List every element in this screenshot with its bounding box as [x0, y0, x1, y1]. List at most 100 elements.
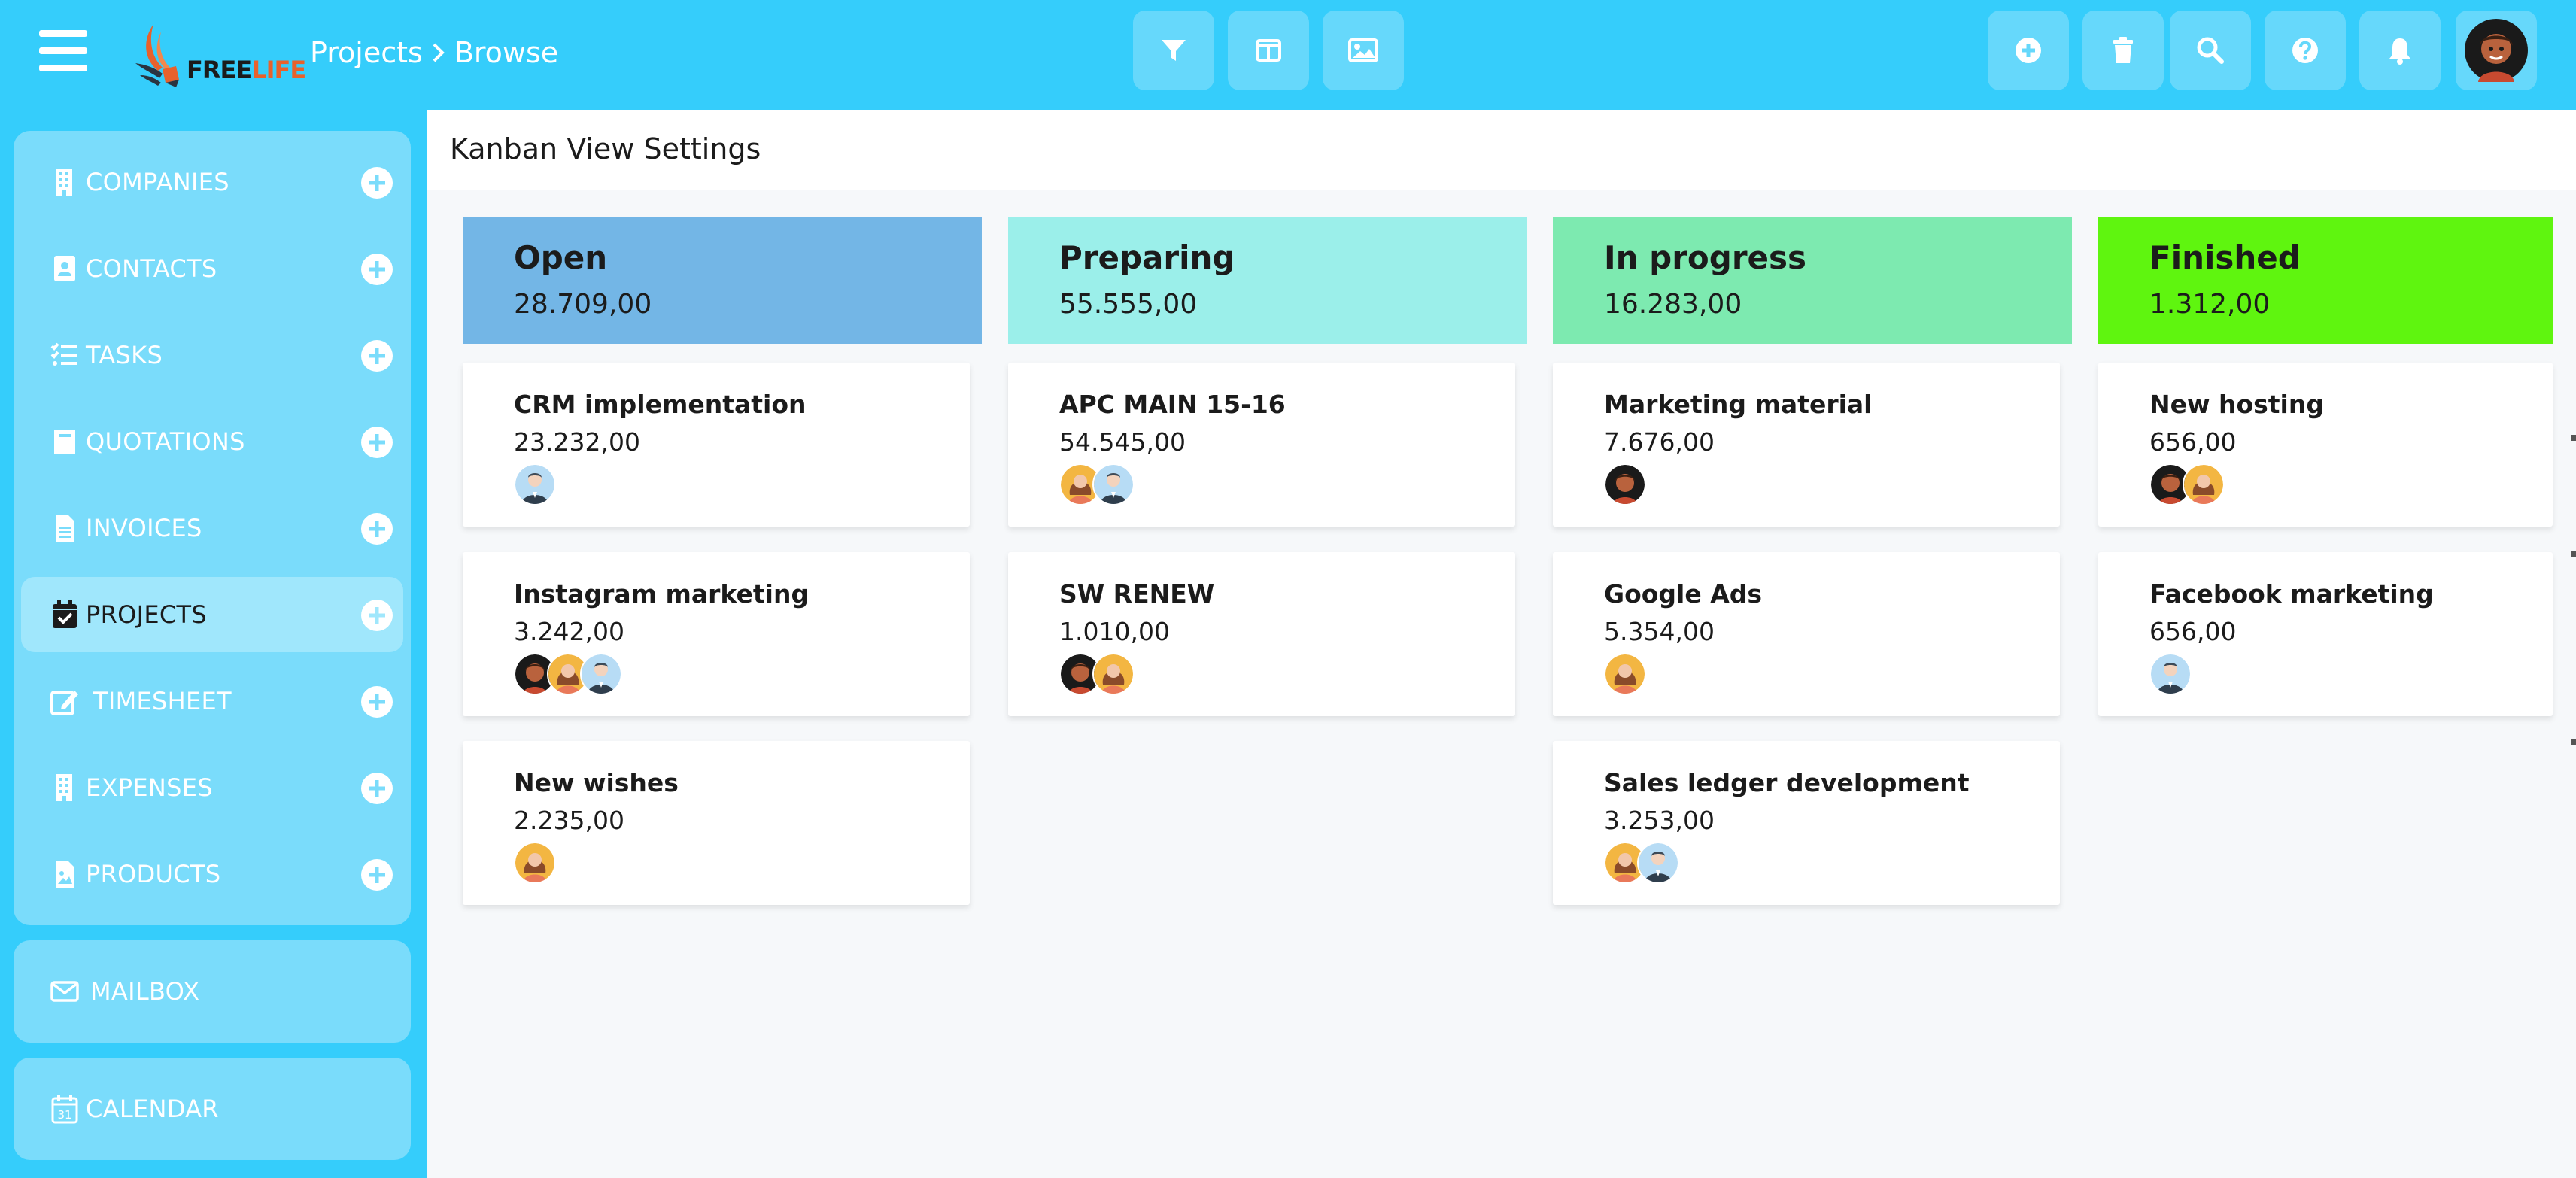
add-task-icon[interactable] [360, 339, 393, 372]
column-total: 55.555,00 [1059, 289, 1198, 320]
assignee-avatar[interactable] [514, 463, 556, 506]
sidebar-item-invoices[interactable]: INVOICES [21, 490, 403, 566]
plus-circle-icon [2016, 38, 2041, 63]
kanban-card[interactable]: Google Ads 5.354,00 [1553, 552, 2060, 716]
add-company-icon[interactable] [360, 166, 393, 199]
sidebar-main-nav: COMPANIES CONTACTS TASKS QUOTATIONS INVO… [14, 131, 411, 925]
sidebar-item-quotations[interactable]: QUOTATIONS [21, 404, 403, 479]
building-icon [56, 774, 72, 801]
assignee-avatar[interactable] [514, 842, 556, 884]
kanban-column-header[interactable]: In progress 16.283,00 [1553, 217, 2072, 344]
kanban-card[interactable]: SW RENEW 1.010,00 [1008, 552, 1515, 716]
columns-view-button[interactable] [1228, 11, 1309, 90]
card-value: 1.010,00 [1059, 617, 1170, 646]
kanban-card[interactable]: New hosting 656,00 [2098, 363, 2553, 527]
image-view-button[interactable] [1323, 11, 1404, 90]
edit-icon [50, 691, 78, 715]
kanban-card[interactable]: APC MAIN 15-16 54.545,00 [1008, 363, 1515, 527]
building-icon [56, 169, 72, 196]
sidebar-item-label: TIMESHEET [93, 687, 232, 715]
add-timesheet-icon[interactable] [360, 685, 393, 718]
filter-button[interactable] [1133, 11, 1214, 90]
sidebar-item-label: EXPENSES [86, 773, 213, 802]
sidebar-item-contacts[interactable]: CONTACTS [21, 231, 403, 306]
assignee-avatar[interactable] [1092, 653, 1135, 695]
add-contact-icon[interactable] [360, 253, 393, 286]
card-value: 54.545,00 [1059, 427, 1186, 457]
scroll-indicator [2571, 551, 2576, 557]
kanban-card[interactable]: Marketing material 7.676,00 [1553, 363, 2060, 527]
kanban-column-header[interactable]: Open 28.709,00 [463, 217, 982, 344]
column-total: 1.312,00 [2149, 289, 2271, 320]
card-title: SW RENEW [1059, 579, 1215, 609]
card-value: 23.232,00 [514, 427, 640, 457]
user-avatar-button[interactable] [2456, 11, 2537, 90]
kanban-card[interactable]: CRM implementation 23.232,00 [463, 363, 970, 527]
kanban-column-header[interactable]: Finished 1.312,00 [2098, 217, 2553, 344]
phoenix-logo-icon [135, 24, 179, 87]
svg-text:31: 31 [57, 1108, 71, 1122]
column-title: Preparing [1059, 239, 1235, 276]
sidebar-item-expenses[interactable]: EXPENSES [21, 750, 403, 825]
sidebar-item-companies[interactable]: COMPANIES [21, 144, 403, 220]
help-button[interactable] [2265, 11, 2346, 90]
card-title: Facebook marketing [2149, 579, 2434, 609]
assignee-avatar[interactable] [1092, 463, 1135, 506]
assignee-avatar[interactable] [1637, 842, 1679, 884]
sidebar-item-timesheet[interactable]: TIMESHEET [21, 663, 403, 739]
assignee-avatar[interactable] [1604, 653, 1646, 695]
search-button[interactable] [2170, 11, 2251, 90]
kanban-column-header[interactable]: Preparing 55.555,00 [1008, 217, 1527, 344]
sidebar: COMPANIES CONTACTS TASKS QUOTATIONS INVO… [0, 110, 427, 1178]
columns-icon [1256, 39, 1281, 62]
sidebar-item-tasks[interactable]: TASKS [21, 317, 403, 393]
sidebar-item-mailbox[interactable]: MAILBOX [21, 954, 403, 1029]
card-title: New wishes [514, 768, 679, 797]
sidebar-item-label: PROJECTS [86, 600, 207, 629]
kanban-card[interactable]: Facebook marketing 656,00 [2098, 552, 2553, 716]
assignee-avatar[interactable] [2183, 463, 2225, 506]
assignee-avatar[interactable] [1604, 463, 1646, 506]
column-total: 16.283,00 [1604, 289, 1742, 320]
column-title: Open [514, 239, 608, 276]
assignee-avatar[interactable] [580, 653, 622, 695]
search-icon [2197, 37, 2224, 64]
sidebar-item-label: CALENDAR [86, 1095, 219, 1123]
app-logo[interactable]: FREELIFE [128, 9, 306, 92]
file-image-icon [56, 861, 74, 888]
card-title: New hosting [2149, 390, 2324, 419]
logo-text: FREELIFE [187, 56, 306, 84]
assignee-avatar[interactable] [2149, 653, 2192, 695]
add-button[interactable] [1988, 11, 2069, 90]
kanban-card[interactable]: Instagram marketing 3.242,00 [463, 552, 970, 716]
breadcrumb-projects[interactable]: Projects [310, 36, 423, 69]
calendar-icon: 31 [51, 1095, 78, 1124]
card-title: Sales ledger development [1604, 768, 1970, 797]
envelope-icon [50, 981, 79, 1002]
card-title: Marketing material [1604, 390, 1873, 419]
kanban-card[interactable]: New wishes 2.235,00 [463, 741, 970, 905]
menu-icon[interactable] [39, 29, 87, 74]
card-value: 656,00 [2149, 617, 2237, 646]
notifications-button[interactable] [2359, 11, 2441, 90]
breadcrumb: Projects Browse [310, 36, 558, 69]
page-title[interactable]: Kanban View Settings [450, 132, 761, 165]
bell-icon [2389, 38, 2410, 65]
column-title: In progress [1604, 239, 1807, 276]
add-quotation-icon[interactable] [360, 426, 393, 459]
add-project-icon[interactable] [360, 599, 393, 632]
add-invoice-icon[interactable] [360, 512, 393, 545]
add-expense-icon[interactable] [360, 772, 393, 805]
sidebar-item-calendar[interactable]: 31 CALENDAR [21, 1071, 403, 1146]
kanban-card[interactable]: Sales ledger development 3.253,00 [1553, 741, 2060, 905]
delete-button[interactable] [2082, 11, 2164, 90]
add-product-icon[interactable] [360, 858, 393, 891]
sidebar-item-label: COMPANIES [86, 168, 229, 196]
card-value: 656,00 [2149, 427, 2237, 457]
top-bar: FREELIFE Projects Browse [0, 0, 2576, 110]
sidebar-item-products[interactable]: PRODUCTS [21, 836, 403, 912]
sidebar-item-label: PRODUCTS [86, 860, 221, 888]
contact-card-icon [54, 256, 75, 281]
sidebar-item-label: CONTACTS [86, 254, 217, 283]
sidebar-item-projects[interactable]: PROJECTS [21, 577, 403, 652]
